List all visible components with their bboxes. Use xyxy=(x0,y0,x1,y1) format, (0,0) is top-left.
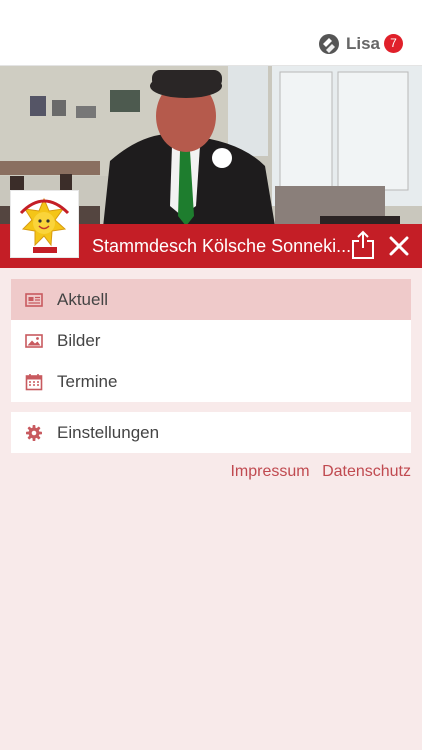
menu-item-label: Bilder xyxy=(57,330,101,350)
menu-item-label: Aktuell xyxy=(57,289,109,309)
gear-icon xyxy=(26,424,42,441)
news-icon xyxy=(25,292,43,307)
user-name[interactable]: Lisa xyxy=(346,34,380,54)
menu-item-aktuell[interactable]: Aktuell xyxy=(11,279,411,320)
main-menu: Aktuell Bilder Termine xyxy=(11,279,411,402)
notification-badge[interactable]: 7 xyxy=(384,34,403,53)
top-bar: Lisa 7 xyxy=(0,0,422,66)
impressum-link[interactable]: Impressum xyxy=(230,463,309,480)
datenschutz-link[interactable]: Datenschutz xyxy=(322,463,411,480)
footer-links: Impressum Datenschutz xyxy=(0,463,411,481)
calendar-icon xyxy=(25,373,43,390)
settings-label: Einstellungen xyxy=(57,422,160,442)
menu-item-label: Termine xyxy=(57,371,118,391)
image-icon xyxy=(25,333,43,348)
menu-item-termine[interactable]: Termine xyxy=(11,361,411,402)
club-logo xyxy=(10,190,79,258)
share-icon[interactable] xyxy=(350,230,376,260)
close-icon[interactable] xyxy=(387,234,411,258)
app-logo-icon xyxy=(319,34,339,54)
club-title: Stammdesch Kölsche Sonneki... xyxy=(92,236,352,256)
menu-item-bilder[interactable]: Bilder xyxy=(11,320,411,361)
menu-item-einstellungen[interactable]: Einstellungen xyxy=(11,412,411,453)
